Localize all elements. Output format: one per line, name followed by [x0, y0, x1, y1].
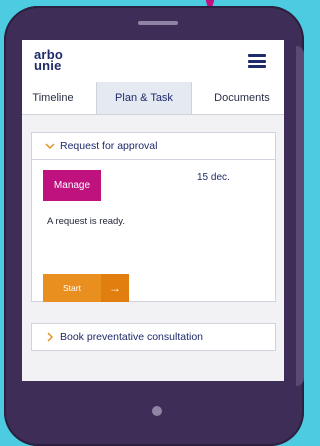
task-body: Manage 15 dec. A request is ready. Start… — [32, 159, 275, 302]
task-title: Book preventative consultation — [60, 331, 204, 343]
task-card-book-preventative-consultation: Book preventative consultation — [31, 323, 276, 351]
app-screen: arbo unie Timeline Plan & Task Documents… — [22, 40, 284, 381]
chevron-down-icon — [45, 143, 55, 149]
phone-edge — [296, 46, 304, 386]
task-title: Request for approval — [60, 140, 158, 152]
tab-documents[interactable]: Documents — [200, 82, 284, 114]
hamburger-menu-icon[interactable] — [248, 54, 266, 68]
phone-speaker — [138, 21, 178, 25]
chevron-right-icon — [47, 332, 53, 342]
task-header-book-preventative-consultation[interactable]: Book preventative consultation — [32, 324, 275, 350]
phone-home-button — [152, 406, 162, 416]
tab-plan-and-task[interactable]: Plan & Task — [96, 82, 192, 114]
task-description: A request is ready. — [47, 216, 125, 227]
tab-bar: Timeline Plan & Task Documents — [22, 82, 284, 115]
task-date: 15 dec. — [197, 172, 230, 183]
tab-timeline[interactable]: Timeline — [22, 82, 84, 114]
app-header: arbo unie — [22, 40, 284, 82]
arrow-right-icon: → — [101, 274, 129, 302]
arbo-unie-logo[interactable]: arbo unie — [34, 48, 63, 72]
task-card-request-for-approval: Request for approval Manage 15 dec. A re… — [31, 132, 276, 302]
task-header-request-for-approval[interactable]: Request for approval — [32, 133, 275, 159]
start-button[interactable]: Start → — [43, 274, 129, 302]
start-button-label: Start — [63, 283, 81, 293]
manage-button[interactable]: Manage — [43, 170, 101, 201]
